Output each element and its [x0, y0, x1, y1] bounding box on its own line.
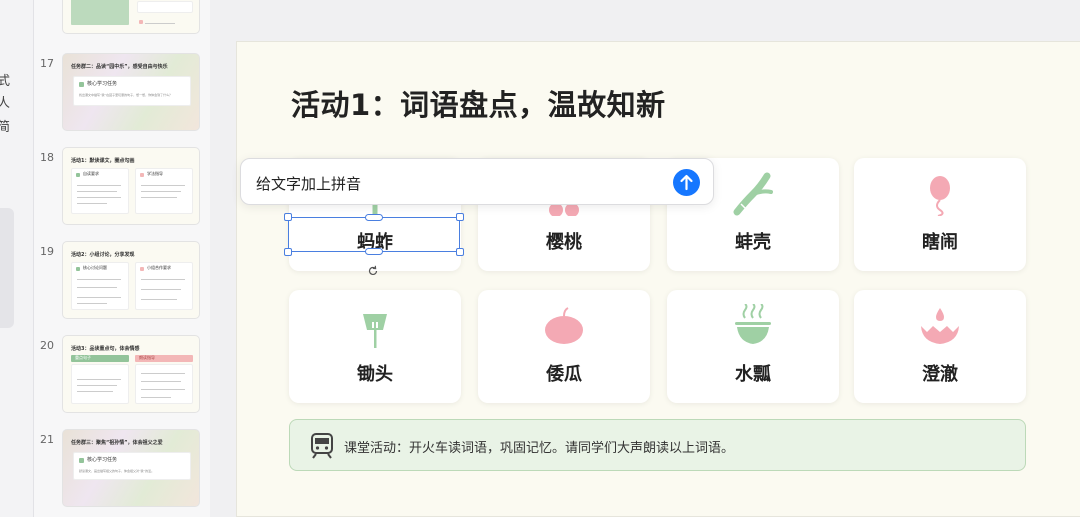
slide-thumbnail-row-17[interactable]: 17 任务群二：品读“园中乐”，感受自由与快乐 核心学习任务 找出课文中描写“我…: [34, 53, 210, 133]
word-card[interactable]: 澄澈: [854, 290, 1026, 403]
thumb-right-label: 学法指导: [147, 171, 163, 176]
slide-thumbnail[interactable]: 活动2：小组讨论，分享发现 核心讨论问题 小组合作要求: [62, 241, 200, 319]
resize-handle[interactable]: [284, 213, 292, 221]
thumb-title: 任务群三：聚焦“祖孙情”，体会祖父之爱: [71, 440, 163, 446]
thumb-right-label: 小组合作要求: [147, 265, 171, 270]
clipped-text: 式: [0, 70, 10, 89]
slide-number: 17: [40, 57, 54, 70]
ai-prompt-input[interactable]: 给文字加上拼音: [240, 158, 714, 205]
activity-text: 课堂活动：开火车读词语，巩固记忆。请同学们大声朗读以上词语。: [344, 441, 735, 456]
slide-thumbnail-rail[interactable]: 17 任务群二：品读“园中乐”，感受自由与快乐 核心学习任务 找出课文中描写“我…: [34, 0, 210, 517]
thumb-box-label: 核心学习任务: [87, 81, 118, 87]
slide-thumbnail[interactable]: 任务群三：聚焦“祖孙情”，体会祖父之爱 核心学习任务 默读课文，画出描写祖父的句…: [62, 429, 200, 507]
word-text[interactable]: 樱桃: [478, 228, 650, 254]
text-selection-box[interactable]: [284, 213, 464, 256]
thumb-box-text: 找出课文中描写“我”在园子里玩耍的句子，想一想，你体会到了什么？: [79, 93, 173, 97]
prompt-text[interactable]: 给文字加上拼音: [256, 173, 361, 194]
hoe-icon: [363, 314, 387, 348]
word-card[interactable]: 倭瓜: [478, 290, 650, 403]
slide-thumbnail-row-21[interactable]: 21 任务群三：聚焦“祖孙情”，体会祖父之爱 核心学习任务 默读课文，画出描写祖…: [34, 429, 210, 509]
clipped-text: 人: [0, 92, 10, 111]
slide-title[interactable]: 活动1：词语盘点，温故知新: [291, 82, 666, 124]
slide-thumbnail[interactable]: 活动3：品读重点句，体会情感 重点句子 朗读指导: [62, 335, 200, 413]
pumpkin-icon: [545, 307, 583, 344]
resize-handle[interactable]: [365, 214, 383, 221]
thumb-right-label: 朗读指导: [139, 355, 155, 360]
balloon-icon: [930, 176, 950, 216]
slide-thumbnail[interactable]: 活动1：默读课文，圈点勾画 自读要求 学法指导: [62, 147, 200, 225]
thumb-title: 活动1：默读课文，圈点勾画: [71, 158, 135, 164]
word-text[interactable]: 锄头: [289, 360, 461, 386]
thumb-box-label: 核心学习任务: [87, 457, 118, 463]
thumb-title: 活动2：小组讨论，分享发现: [71, 252, 135, 258]
leek-icon: [733, 172, 773, 216]
water-drop-icon: [921, 308, 959, 344]
thumb-box-text: 默读课文，画出描写祖父的句子，体会祖父对“我”的爱。: [79, 469, 155, 473]
slide-thumbnail[interactable]: 任务群二：品读“园中乐”，感受自由与快乐 核心学习任务 找出课文中描写“我”在园…: [62, 53, 200, 131]
clipped-text: 简: [0, 116, 10, 135]
slide-thumbnail[interactable]: [62, 0, 200, 34]
selected-item-highlight[interactable]: [0, 208, 14, 328]
resize-handle[interactable]: [365, 248, 383, 255]
word-card[interactable]: 锄头: [289, 290, 461, 403]
word-text[interactable]: 澄澈: [854, 360, 1026, 386]
activity-banner[interactable]: 课堂活动：开火车读词语，巩固记忆。请同学们大声朗读以上词语。: [289, 419, 1026, 471]
word-text[interactable]: 蚌壳: [667, 228, 839, 254]
slide-canvas[interactable]: 活动1：词语盘点，温故知新 蚂蚱 樱桃 蚌壳 瞎闹 锄头 倭瓜 水瓢 澄澈 课堂…: [236, 41, 1080, 517]
thumb-left-label: 重点句子: [75, 355, 91, 360]
left-panel-edge: 式 人 简: [0, 0, 34, 517]
slide-thumbnail-row-18[interactable]: 18 活动1：默读课文，圈点勾画 自读要求 学法指导: [34, 147, 210, 227]
bowl-icon: [735, 304, 771, 344]
rotate-icon[interactable]: [367, 265, 379, 277]
arrow-up-icon: [680, 174, 693, 191]
slide-number: 20: [40, 339, 54, 352]
word-text[interactable]: 瞎闹: [854, 228, 1026, 254]
word-card[interactable]: 瞎闹: [854, 158, 1026, 271]
thumb-left-label: 自读要求: [83, 171, 99, 176]
slide-number: 21: [40, 433, 54, 446]
slide-thumbnail-row[interactable]: [34, 0, 210, 36]
thumb-title: 任务群二：品读“园中乐”，感受自由与快乐: [71, 64, 168, 70]
resize-handle[interactable]: [456, 213, 464, 221]
send-button[interactable]: [673, 169, 700, 196]
slide-number: 18: [40, 151, 54, 164]
resize-handle[interactable]: [456, 248, 464, 256]
slide-thumbnail-row-19[interactable]: 19 活动2：小组讨论，分享发现 核心讨论问题 小组合作要求: [34, 241, 210, 321]
word-text[interactable]: 水瓢: [667, 360, 839, 386]
word-card[interactable]: 水瓢: [667, 290, 839, 403]
slide-thumbnail-row-20[interactable]: 20 活动3：品读重点句，体会情感 重点句子 朗读指导: [34, 335, 210, 415]
resize-handle[interactable]: [284, 248, 292, 256]
thumb-title: 活动3：品读重点句，体会情感: [71, 346, 140, 352]
thumb-left-label: 核心讨论问题: [83, 265, 107, 270]
slide-number: 19: [40, 245, 54, 258]
train-icon: [311, 433, 333, 459]
word-text[interactable]: 倭瓜: [478, 360, 650, 386]
